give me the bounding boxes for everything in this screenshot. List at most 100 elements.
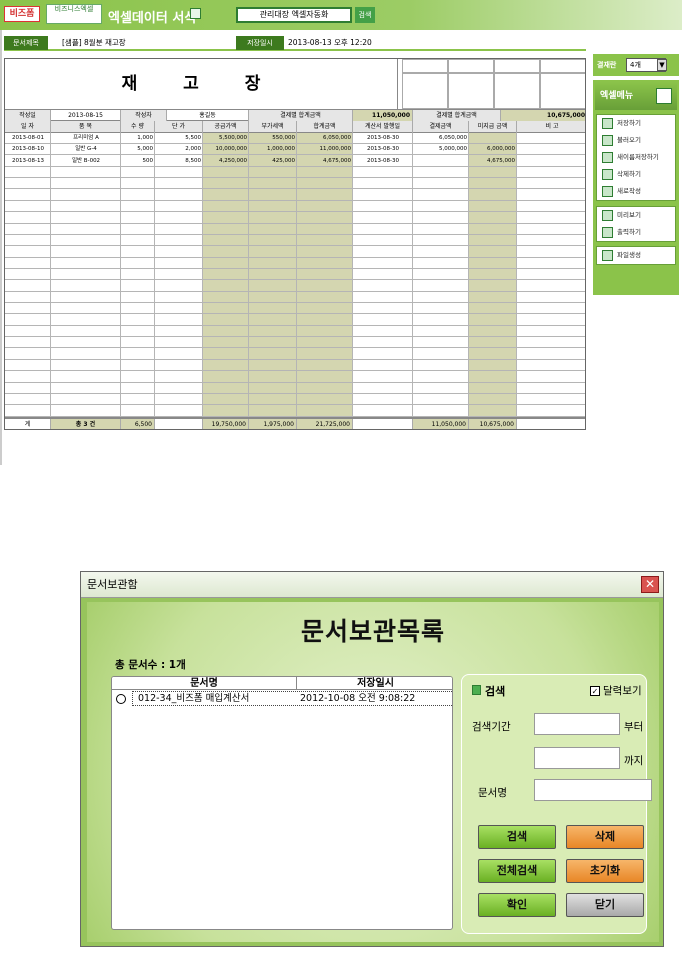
table-cell[interactable]: 8,500 — [155, 156, 203, 167]
search-button[interactable]: 검색 — [478, 825, 556, 849]
doc-name: 012-34_비즈폼 매입계산서 — [138, 693, 250, 704]
table-row[interactable] — [5, 292, 585, 304]
table-header: 일 자 품 목 수 량 단 가 공급가액 부가세액 합계금액 계산서 발행일 결… — [5, 121, 585, 133]
table-row[interactable] — [5, 406, 585, 417]
dialog-body: 문서보관목록 총 문서수 : 1개 문서명 저장일시 012-34_비즈폼 매입… — [87, 602, 659, 942]
toolbar-search-input[interactable]: 관리대장 엑셀자동화 — [236, 7, 352, 23]
table-cell[interactable]: 2013-08-13 — [5, 156, 51, 167]
table-row[interactable] — [5, 360, 585, 372]
table-cell[interactable]: 5,000 — [121, 144, 155, 155]
reset-button[interactable]: 초기화 — [566, 859, 644, 883]
menu-create-file[interactable]: 파일생성 — [597, 247, 675, 264]
table-row[interactable]: 2013-08-10 일반 G-4 5,000 2,000 10,000,000 1,00… — [5, 144, 585, 156]
menu-save[interactable]: 저장하기 — [597, 115, 675, 132]
close-button[interactable]: 닫기 — [566, 893, 644, 917]
table-cell[interactable]: 일반 G-4 — [51, 144, 121, 155]
table-row[interactable] — [5, 281, 585, 292]
table-cell[interactable]: 5,500 — [155, 133, 203, 144]
header-cell: 부가세액 — [249, 121, 297, 133]
document-list[interactable]: 문서명 저장일시 012-34_비즈폼 매입계산서 2012-10-08 오전 … — [111, 676, 453, 930]
table-row[interactable] — [5, 224, 585, 235]
table-row[interactable] — [5, 337, 585, 349]
approval-grid[interactable] — [402, 59, 585, 109]
table-cell[interactable] — [413, 156, 469, 167]
delete-button[interactable]: 삭제 — [566, 825, 644, 849]
table-cell[interactable]: 6,050,000 — [413, 133, 469, 144]
table-cell[interactable]: 10,000,000 — [203, 144, 249, 155]
menu-new[interactable]: 새로작성 — [597, 183, 675, 200]
table-cell[interactable]: 6,000,000 — [469, 144, 517, 155]
col-header-name[interactable]: 문서명 — [112, 677, 297, 690]
table-row[interactable] — [5, 394, 585, 406]
table-cell[interactable]: 2,000 — [155, 144, 203, 155]
end-date-input[interactable] — [534, 747, 620, 769]
table-row[interactable] — [5, 190, 585, 201]
table-cell[interactable]: 2013-08-10 — [5, 144, 51, 155]
table-cell[interactable]: 1,000 — [121, 133, 155, 144]
toolbar-search-button[interactable]: 검색 — [355, 7, 375, 23]
checkbox-checked[interactable]: ✓ — [590, 686, 600, 696]
table-row[interactable] — [5, 269, 585, 281]
table-row[interactable]: 2013-08-13 일반 B-002 500 8,500 4,250,000 425,0… — [5, 156, 585, 167]
table-cell[interactable]: 4,675,000 — [469, 156, 517, 167]
menu-save-as[interactable]: 새이름저장하기 — [597, 149, 675, 166]
start-date-input[interactable] — [534, 713, 620, 735]
table-cell[interactable]: 6,050,000 — [297, 133, 353, 144]
table-row[interactable] — [5, 178, 585, 190]
table-cell[interactable]: 11,000,000 — [297, 144, 353, 155]
totals-label: 계 — [5, 419, 51, 429]
table-row[interactable] — [5, 315, 585, 326]
table-row[interactable] — [5, 372, 585, 383]
table-row[interactable] — [5, 167, 585, 179]
header-cell: 품 목 — [51, 121, 121, 133]
col-header-saved[interactable]: 저장일시 — [297, 677, 452, 690]
author-value[interactable]: 홍길동 — [167, 110, 249, 121]
table-cell[interactable] — [517, 156, 585, 167]
search-all-button[interactable]: 전체검색 — [478, 859, 556, 883]
table-cell[interactable] — [517, 144, 585, 155]
list-item[interactable]: 012-34_비즈폼 매입계산서 2012-10-08 오전 9:08:22 — [112, 691, 452, 706]
table-row[interactable] — [5, 326, 585, 338]
table-row[interactable] — [5, 258, 585, 269]
menu-preview[interactable]: 미리보기 — [597, 207, 675, 224]
table-cell[interactable]: 550,000 — [249, 133, 297, 144]
ok-button[interactable]: 확인 — [478, 893, 556, 917]
author-date-value[interactable]: 2013-08-15 — [51, 110, 121, 121]
table-cell[interactable]: 425,000 — [249, 156, 297, 167]
docname-input[interactable] — [534, 779, 652, 801]
menu-print[interactable]: 출력하기 — [597, 224, 675, 241]
table-cell[interactable]: 2013-08-30 — [353, 144, 413, 155]
table-body[interactable]: 2013-08-01 프리미엄 A 1,000 5,500 5,500,000 550,0… — [5, 133, 585, 417]
table-row[interactable] — [5, 247, 585, 258]
table-cell[interactable]: 4,250,000 — [203, 156, 249, 167]
table-cell[interactable]: 일반 B-002 — [51, 156, 121, 167]
calendar-checkbox[interactable]: ✓ 달력보기 — [590, 683, 642, 698]
menu-delete[interactable]: 삭제하기 — [597, 166, 675, 183]
table-row[interactable] — [5, 213, 585, 224]
table-row[interactable]: 2013-08-01 프리미엄 A 1,000 5,500 5,500,000 550,0… — [5, 133, 585, 144]
table-row[interactable] — [5, 383, 585, 394]
period-label: 검색기간 — [472, 721, 511, 733]
table-cell[interactable]: 프리미엄 A — [51, 133, 121, 144]
table-cell[interactable]: 4,675,000 — [297, 156, 353, 167]
table-cell[interactable]: 500 — [121, 156, 155, 167]
table-cell[interactable]: 2013-08-30 — [353, 156, 413, 167]
table-row[interactable] — [5, 201, 585, 213]
archive-heading: 문서보관목록 — [300, 617, 445, 646]
table-cell[interactable]: 5,500,000 — [203, 133, 249, 144]
payment-total-label: 결제별 합계금액 — [249, 110, 353, 121]
table-cell[interactable]: 1,000,000 — [249, 144, 297, 155]
table-row[interactable] — [5, 349, 585, 360]
table-cell[interactable] — [469, 133, 517, 144]
totals-supply: 19,750,000 — [203, 419, 249, 429]
table-row[interactable] — [5, 303, 585, 315]
chevron-down-icon[interactable]: ▼ — [657, 59, 667, 71]
menu-load[interactable]: 불러오기 — [597, 132, 675, 149]
table-cell[interactable] — [517, 133, 585, 144]
table-cell[interactable]: 2013-08-01 — [5, 133, 51, 144]
table-cell[interactable]: 5,000,000 — [413, 144, 469, 155]
close-icon[interactable]: ✕ — [641, 576, 659, 593]
table-row[interactable] — [5, 235, 585, 247]
radio-button[interactable] — [116, 694, 126, 704]
table-cell[interactable]: 2013-08-30 — [353, 133, 413, 144]
